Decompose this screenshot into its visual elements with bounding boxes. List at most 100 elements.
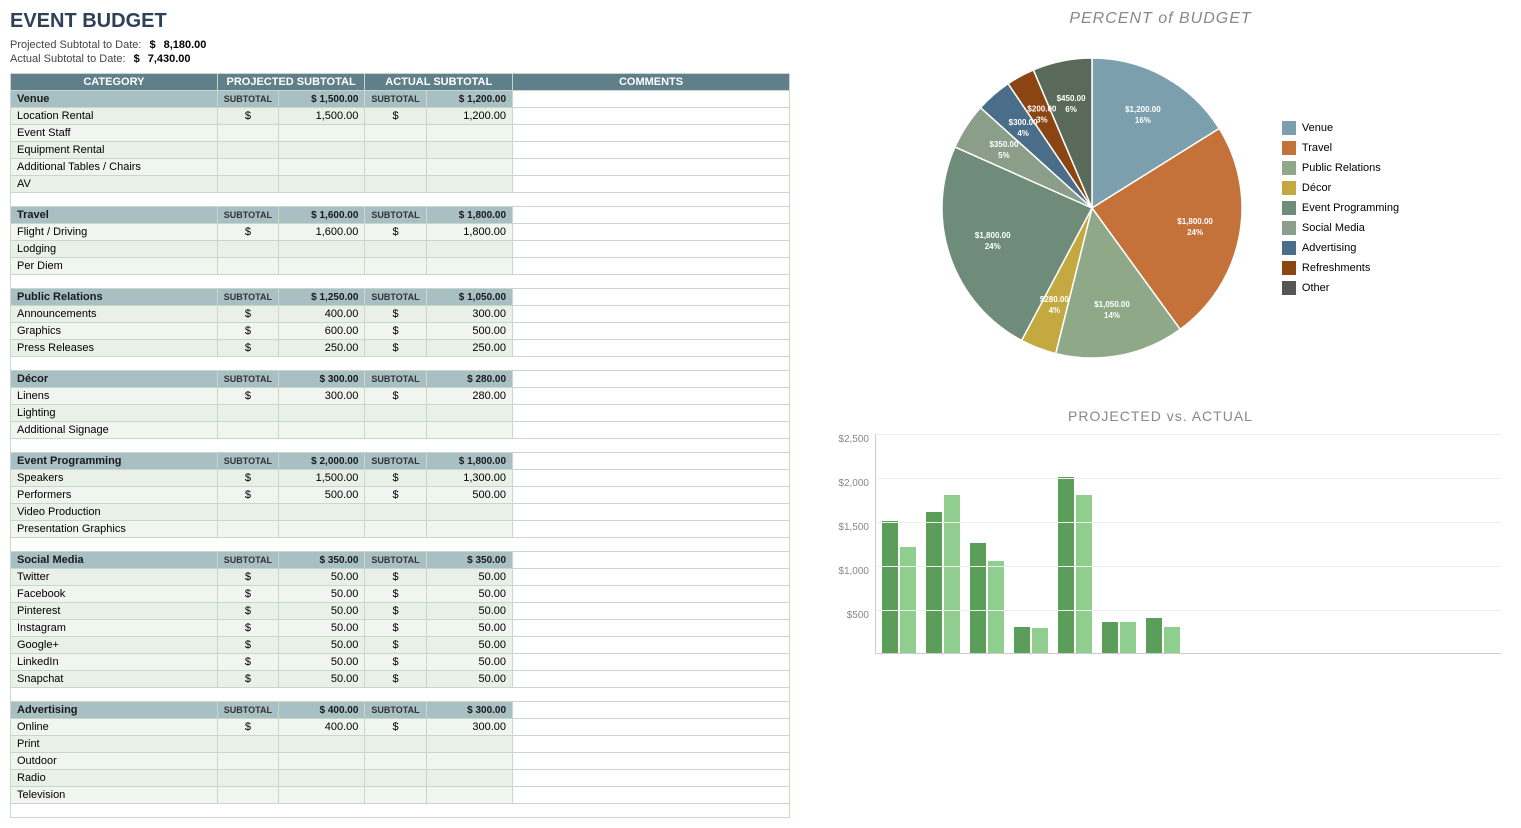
item-proj-dollar: $ <box>217 620 278 637</box>
item-act-dollar: $ <box>365 487 426 504</box>
comments-cell <box>513 552 790 569</box>
item-proj-value: 1,500.00 <box>278 108 364 125</box>
item-act-value: 300.00 <box>426 306 512 323</box>
table-row: Location Rental $ 1,500.00 $ 1,200.00 <box>11 108 790 125</box>
item-comments <box>513 719 790 736</box>
projected-bar <box>1014 627 1030 653</box>
item-act-value <box>426 736 512 753</box>
item-act-value <box>426 125 512 142</box>
table-row: Equipment Rental <box>11 142 790 159</box>
item-act-dollar: $ <box>365 586 426 603</box>
item-act-dollar: $ <box>365 620 426 637</box>
item-act-value <box>426 422 512 439</box>
item-act-value <box>426 159 512 176</box>
category-header-row: Travel SUBTOTAL $ 1,600.00 SUBTOTAL $ 1,… <box>11 207 790 224</box>
spacer-row <box>11 439 790 453</box>
item-act-dollar: $ <box>365 323 426 340</box>
table-row: Instagram $ 50.00 $ 50.00 <box>11 620 790 637</box>
item-name: Lodging <box>11 241 218 258</box>
item-proj-dollar: $ <box>217 654 278 671</box>
right-panel: PERCENT of BUDGET $1,200.0016%$1,800.002… <box>800 0 1521 828</box>
budget-table: CATEGORY PROJECTED SUBTOTAL ACTUAL SUBTO… <box>10 73 790 818</box>
item-name: Equipment Rental <box>11 142 218 159</box>
item-act-dollar <box>365 736 426 753</box>
item-name: Lighting <box>11 405 218 422</box>
proj-subtotal-value: $ 400.00 <box>278 702 364 719</box>
item-proj-dollar <box>217 770 278 787</box>
item-comments <box>513 654 790 671</box>
table-row: Presentation Graphics <box>11 521 790 538</box>
legend-label: Event Programming <box>1302 202 1399 214</box>
bar-chart-title: PROJECTED vs. ACTUAL <box>820 408 1501 424</box>
item-comments <box>513 787 790 804</box>
pie-label: 24% <box>1187 228 1203 237</box>
table-row: Radio <box>11 770 790 787</box>
item-proj-value: 50.00 <box>278 569 364 586</box>
item-act-dollar <box>365 258 426 275</box>
projected-bar <box>882 521 898 653</box>
actual-bar <box>1164 627 1180 653</box>
item-proj-value <box>278 753 364 770</box>
act-subtotal-value: $ 1,200.00 <box>426 91 512 108</box>
pie-label: 3% <box>1036 116 1048 125</box>
item-proj-value: 1,600.00 <box>278 224 364 241</box>
item-act-dollar: $ <box>365 637 426 654</box>
item-proj-dollar <box>217 176 278 193</box>
item-act-dollar: $ <box>365 654 426 671</box>
spacer-row <box>11 193 790 207</box>
proj-subtotal-label: SUBTOTAL <box>217 453 278 470</box>
item-proj-dollar <box>217 787 278 804</box>
proj-subtotal-value: $ 1,250.00 <box>278 289 364 306</box>
item-comments <box>513 671 790 688</box>
item-act-dollar <box>365 176 426 193</box>
item-name: Additional Signage <box>11 422 218 439</box>
comments-cell <box>513 207 790 224</box>
item-proj-dollar: $ <box>217 108 278 125</box>
item-proj-dollar <box>217 159 278 176</box>
table-row: AV <box>11 176 790 193</box>
item-name: Performers <box>11 487 218 504</box>
pie-label: $280.00 <box>1040 295 1069 304</box>
item-proj-value <box>278 125 364 142</box>
actual-bar <box>1076 495 1092 653</box>
legend-item: Advertising <box>1282 241 1399 255</box>
item-comments <box>513 241 790 258</box>
pie-label: $300.00 <box>1009 118 1038 127</box>
item-act-value: 1,200.00 <box>426 108 512 125</box>
category-name: Décor <box>11 371 218 388</box>
act-subtotal-label: SUBTOTAL <box>365 371 426 388</box>
item-comments <box>513 637 790 654</box>
category-header-row: Social Media SUBTOTAL $ 350.00 SUBTOTAL … <box>11 552 790 569</box>
item-name: Per Diem <box>11 258 218 275</box>
item-act-value: 280.00 <box>426 388 512 405</box>
legend-label: Décor <box>1302 182 1331 194</box>
pie-svg: $1,200.0016%$1,800.0024%$1,050.0014%$280… <box>922 38 1262 378</box>
item-proj-dollar: $ <box>217 719 278 736</box>
pie-label: 24% <box>985 242 1001 251</box>
item-comments <box>513 405 790 422</box>
table-row: Lighting <box>11 405 790 422</box>
item-name: Instagram <box>11 620 218 637</box>
item-proj-value: 50.00 <box>278 654 364 671</box>
act-subtotal-value: $ 1,800.00 <box>426 207 512 224</box>
item-name: Linens <box>11 388 218 405</box>
legend-label: Refreshments <box>1302 262 1370 274</box>
item-act-dollar <box>365 422 426 439</box>
act-subtotal-value: $ 1,800.00 <box>426 453 512 470</box>
item-proj-value <box>278 736 364 753</box>
actual-dollar: $ <box>134 53 140 65</box>
table-row: Speakers $ 1,500.00 $ 1,300.00 <box>11 470 790 487</box>
legend-item: Travel <box>1282 141 1399 155</box>
item-act-value: 50.00 <box>426 620 512 637</box>
bar-group <box>1102 622 1136 653</box>
item-act-dollar <box>365 125 426 142</box>
item-proj-dollar: $ <box>217 340 278 357</box>
gridline <box>876 566 1501 567</box>
table-row: Press Releases $ 250.00 $ 250.00 <box>11 340 790 357</box>
item-comments <box>513 388 790 405</box>
bar-group <box>1146 618 1180 653</box>
gridline <box>876 478 1501 479</box>
item-proj-value: 600.00 <box>278 323 364 340</box>
item-act-dollar: $ <box>365 719 426 736</box>
item-proj-value: 400.00 <box>278 306 364 323</box>
